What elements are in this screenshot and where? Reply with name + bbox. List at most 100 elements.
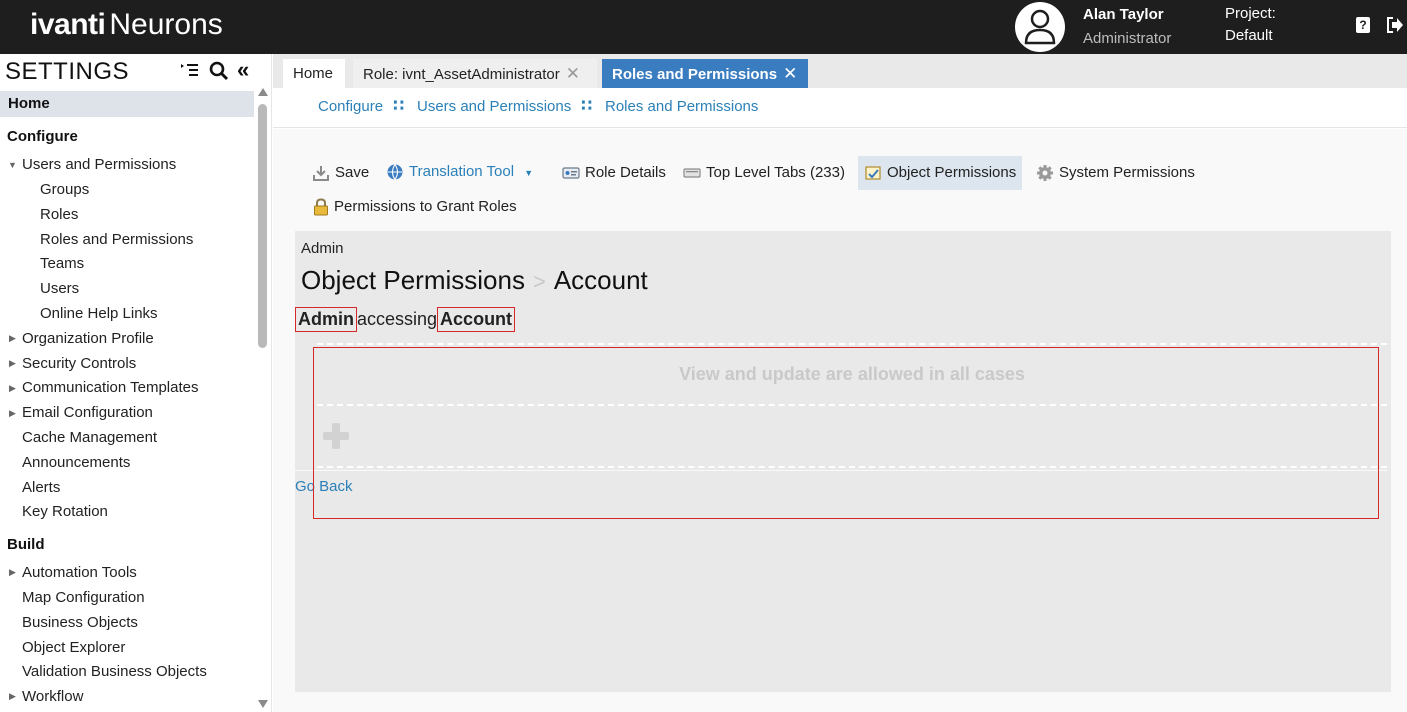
divider	[317, 343, 1387, 345]
sidebar-item-organization-profile[interactable]: Organization Profile	[22, 330, 154, 347]
save-icon	[313, 166, 329, 182]
tabs-icon	[683, 168, 701, 178]
object-permissions-label: Object Permissions	[887, 164, 1017, 181]
logout-icon[interactable]	[1386, 15, 1404, 35]
caret-right-icon[interactable]: ▶	[9, 358, 16, 369]
sidebar-item-key-rotation[interactable]: Key Rotation	[22, 503, 108, 520]
role-name-label: Admin	[301, 240, 344, 257]
sidebar-item-alerts[interactable]: Alerts	[22, 479, 60, 496]
accessing-role: Admin	[295, 307, 357, 332]
permissions-panel: Admin Object Permissions > Account Admin ac…	[295, 231, 1391, 692]
id-card-icon	[562, 167, 580, 179]
breadcrumb-roles-and-permissions[interactable]: Roles and Permissions	[605, 98, 758, 115]
close-tab-icon[interactable]: ✕	[566, 64, 580, 83]
project-label: Project:	[1225, 5, 1276, 22]
tab-bar: Home Role: ivnt_AssetAdministrator ✕ Role…	[273, 54, 1407, 88]
sidebar-item-home[interactable]: Home	[0, 91, 254, 117]
caret-right-icon[interactable]: ▶	[9, 333, 16, 344]
sidebar-item-roles-and-permissions[interactable]: Roles and Permissions	[40, 231, 193, 248]
page-title-main: Object Permissions	[301, 265, 525, 295]
system-permissions-button[interactable]: System Permissions	[1036, 156, 1195, 190]
project-value[interactable]: Default	[1225, 27, 1273, 44]
sidebar-item-users-and-permissions[interactable]: Users and Permissions	[22, 156, 176, 173]
close-tab-icon[interactable]: ✕	[783, 64, 797, 83]
sidebar-item-automation-tools[interactable]: Automation Tools	[22, 564, 137, 581]
sidebar-item-teams[interactable]: Teams	[40, 255, 84, 272]
caret-right-icon[interactable]: ▶	[9, 691, 16, 702]
settings-sidebar: SETTINGS « Home Configure ▼ Users and Pe…	[0, 54, 272, 712]
sidebar-item-announcements[interactable]: Announcements	[22, 454, 130, 471]
avatar[interactable]	[1015, 2, 1065, 52]
title-separator: >	[532, 269, 546, 294]
scrollbar-thumb[interactable]	[258, 104, 267, 348]
caret-right-icon[interactable]: ▶	[9, 383, 16, 394]
permissions-to-grant-roles-button[interactable]: Permissions to Grant Roles	[313, 190, 517, 224]
tab-roles-and-permissions-label: Roles and Permissions	[612, 66, 778, 83]
caret-down-icon[interactable]: ▼	[8, 160, 17, 170]
sidebar-item-users[interactable]: Users	[40, 280, 79, 297]
sidebar-item-map-configuration[interactable]: Map Configuration	[22, 589, 145, 606]
sidebar-title: SETTINGS	[5, 58, 130, 85]
breadcrumb: Configure ∷ Users and Permissions ∷ Role…	[273, 88, 1407, 128]
role-details-label: Role Details	[585, 164, 666, 181]
logo-product: Neurons	[109, 8, 223, 41]
translation-tool-button[interactable]: Translation Tool ▼	[386, 155, 533, 189]
highlight-box	[313, 347, 1379, 519]
save-label: Save	[335, 164, 370, 181]
sidebar-section-build: Build	[7, 536, 45, 553]
app-logo[interactable]: ivanti Neurons	[30, 8, 223, 42]
page-title-object: Account	[553, 265, 648, 295]
sidebar-item-groups[interactable]: Groups	[40, 181, 89, 198]
accessing-word: accessing	[357, 309, 438, 329]
sidebar-item-online-help-links[interactable]: Online Help Links	[40, 305, 158, 322]
system-permissions-label: System Permissions	[1059, 164, 1195, 181]
breadcrumb-separator: ∷	[581, 98, 593, 115]
sidebar-item-cache-management[interactable]: Cache Management	[22, 429, 157, 446]
tab-home-label: Home	[293, 65, 334, 82]
user-name[interactable]: Alan Taylor	[1083, 6, 1164, 23]
object-permissions-icon	[865, 166, 881, 180]
save-button[interactable]: Save	[312, 156, 369, 190]
scroll-down-icon[interactable]	[258, 700, 268, 708]
permissions-to-grant-roles-label: Permissions to Grant Roles	[334, 198, 517, 215]
sidebar-item-workflow[interactable]: Workflow	[22, 688, 83, 705]
list-view-icon[interactable]	[180, 62, 200, 78]
sidebar-item-roles[interactable]: Roles	[40, 206, 78, 223]
tab-roles-and-permissions[interactable]: Roles and Permissions ✕	[602, 59, 808, 88]
object-permissions-button[interactable]: Object Permissions	[858, 156, 1023, 190]
sidebar-item-security-controls[interactable]: Security Controls	[22, 355, 136, 372]
tab-home[interactable]: Home	[283, 59, 345, 88]
sidebar-item-email-configuration[interactable]: Email Configuration	[22, 404, 153, 421]
breadcrumb-users-and-permissions[interactable]: Users and Permissions	[417, 98, 571, 115]
lock-icon	[314, 198, 328, 216]
caret-right-icon[interactable]: ▶	[9, 567, 16, 578]
user-avatar-icon	[1024, 9, 1056, 45]
tab-role[interactable]: Role: ivnt_AssetAdministrator ✕	[353, 59, 597, 88]
chevron-down-icon: ▼	[524, 168, 534, 178]
sidebar-item-validation-business-objects[interactable]: Validation Business Objects	[22, 663, 207, 680]
role-details-button[interactable]: Role Details	[562, 156, 666, 190]
gear-icon	[1037, 165, 1053, 182]
top-level-tabs-button[interactable]: Top Level Tabs (233)	[683, 156, 845, 190]
search-icon[interactable]	[208, 61, 230, 81]
breadcrumb-configure[interactable]: Configure	[318, 98, 383, 115]
translation-tool-label: Translation Tool	[409, 163, 515, 180]
sidebar-section-configure: Configure	[7, 128, 78, 145]
top-bar: ivanti Neurons Alan Taylor Administrator …	[0, 0, 1407, 54]
caret-right-icon[interactable]: ▶	[9, 408, 16, 419]
accessing-object: Account	[437, 307, 516, 332]
sidebar-item-communication-templates[interactable]: Communication Templates	[22, 379, 198, 396]
collapse-sidebar-icon[interactable]: «	[237, 59, 249, 81]
scroll-up-icon[interactable]	[258, 88, 268, 96]
top-level-tabs-label: Top Level Tabs (233)	[706, 164, 845, 181]
page-title: Object Permissions > Account	[301, 265, 648, 296]
breadcrumb-separator: ∷	[393, 98, 405, 115]
user-role: Administrator	[1083, 30, 1172, 47]
sidebar-item-business-objects[interactable]: Business Objects	[22, 614, 138, 631]
sidebar-item-object-explorer[interactable]: Object Explorer	[22, 639, 125, 656]
logo-brand: ivanti	[30, 8, 106, 41]
sidebar-scrollbar[interactable]	[256, 88, 268, 712]
help-icon[interactable]: ?	[1356, 17, 1370, 33]
tab-role-label: Role: ivnt_AssetAdministrator	[363, 66, 560, 83]
globe-icon	[387, 164, 403, 180]
